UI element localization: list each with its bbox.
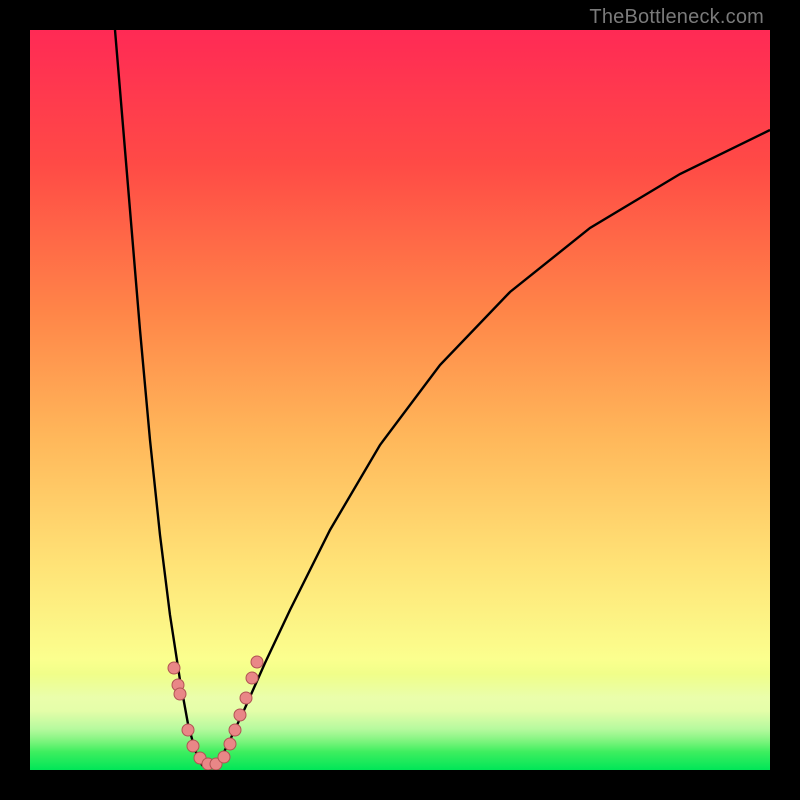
marker-dot bbox=[246, 672, 258, 684]
marker-dot bbox=[182, 724, 194, 736]
outer-frame: TheBottleneck.com bbox=[0, 0, 800, 800]
chart-svg bbox=[30, 30, 770, 770]
marker-dot bbox=[229, 724, 241, 736]
marker-dot bbox=[168, 662, 180, 674]
marker-dot bbox=[187, 740, 199, 752]
marker-dot bbox=[234, 709, 246, 721]
marker-dot bbox=[174, 688, 186, 700]
valley-markers bbox=[168, 656, 263, 770]
watermark-text: TheBottleneck.com bbox=[589, 6, 764, 29]
plot-area bbox=[30, 30, 770, 770]
marker-dot bbox=[240, 692, 252, 704]
left-curve bbox=[115, 30, 208, 770]
marker-dot bbox=[251, 656, 263, 668]
marker-dot bbox=[218, 751, 230, 763]
right-curve bbox=[214, 130, 770, 770]
marker-dot bbox=[224, 738, 236, 750]
